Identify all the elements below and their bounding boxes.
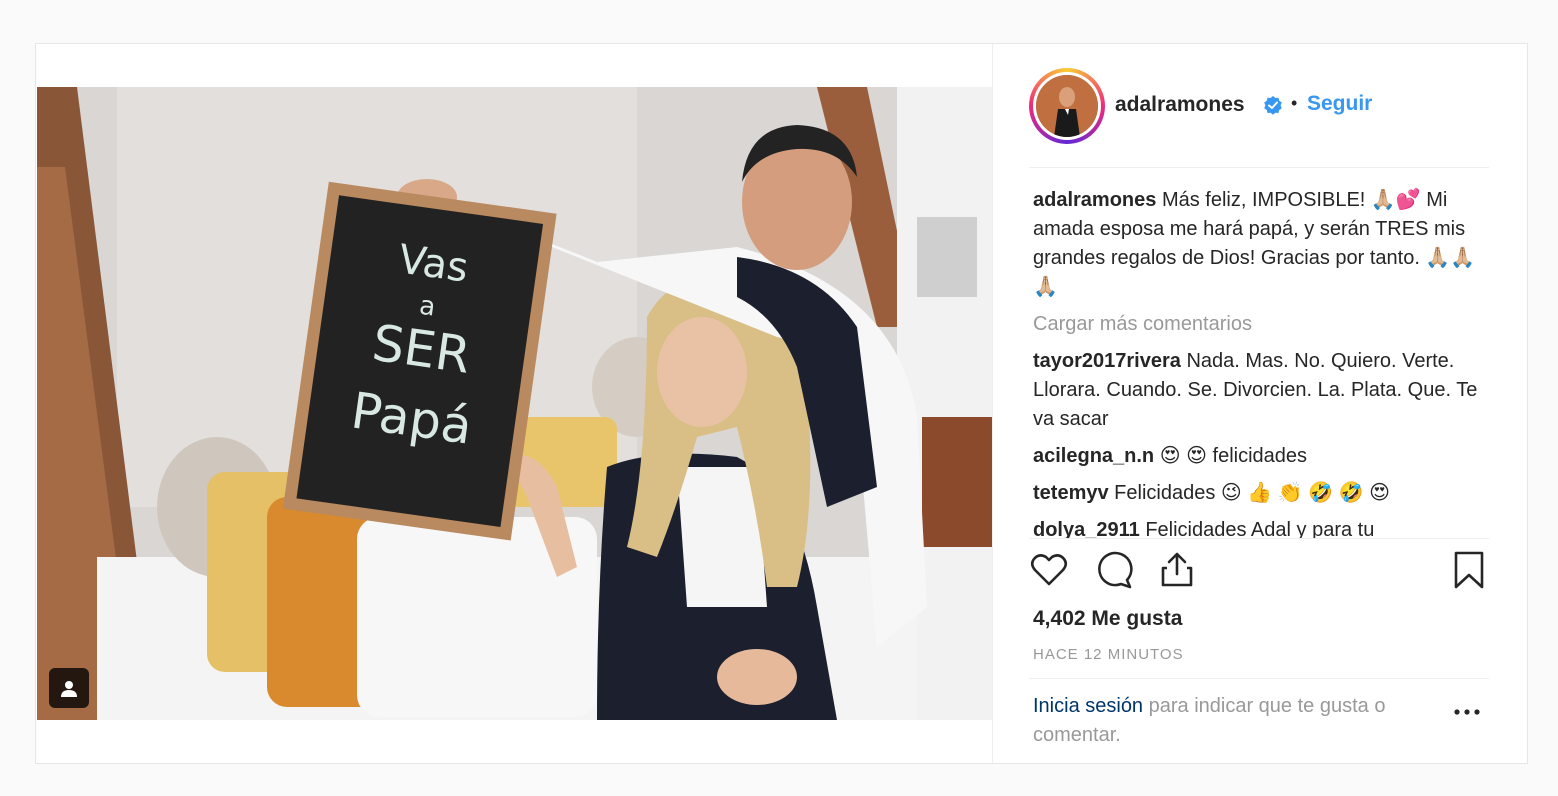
divider xyxy=(1029,167,1489,168)
post-photo[interactable]: Vas a SER Papá xyxy=(37,87,992,720)
comment-username[interactable]: acilegna_n.n xyxy=(1033,445,1154,467)
comment-text: 😍 😍 felicidades xyxy=(1159,445,1308,467)
share-icon[interactable] xyxy=(1157,550,1197,595)
avatar[interactable] xyxy=(1029,68,1105,144)
bookmark-icon[interactable] xyxy=(1449,550,1489,595)
header-separator: • xyxy=(1291,93,1298,113)
follow-button[interactable]: Seguir xyxy=(1307,92,1372,116)
verified-badge-icon xyxy=(1263,95,1283,120)
post-header: adalramones • Seguir xyxy=(1029,68,1489,144)
load-more-comments-button[interactable]: Cargar más comentarios xyxy=(1033,310,1493,339)
instagram-post: Vas a SER Papá adalramones • Seguir adal… xyxy=(35,43,1528,764)
post-sidebar: adalramones • Seguir adalramones Más fel… xyxy=(992,44,1527,763)
comment-text: Felicidades Adal y para tu xyxy=(1145,519,1375,538)
caption-username[interactable]: adalramones xyxy=(1033,189,1156,211)
post-caption: adalramones Más feliz, IMPOSIBLE! 🙏🏼💕 Mi… xyxy=(1033,186,1493,302)
comments-list[interactable]: adalramones Más feliz, IMPOSIBLE! 🙏🏼💕 Mi… xyxy=(1033,186,1493,538)
comment-username[interactable]: dolya_2911 xyxy=(1033,519,1140,538)
divider xyxy=(1029,538,1489,539)
login-prompt: Inicia sesión para indicar que te gusta … xyxy=(1033,692,1453,750)
comment-bubble-icon[interactable] xyxy=(1093,550,1133,595)
chalkboard-line-1: Vas xyxy=(396,236,471,291)
comment-item: acilegna_n.n 😍 😍 felicidades xyxy=(1033,442,1493,471)
action-bar xyxy=(1029,550,1489,598)
comment-text: Felicidades 😉 👍 👏 🤣 🤣 😍 xyxy=(1114,482,1390,504)
comment-username[interactable]: tetemyv xyxy=(1033,482,1109,504)
likes-count[interactable]: 4,402 Me gusta xyxy=(1033,607,1182,631)
login-link[interactable]: Inicia sesión xyxy=(1033,695,1143,717)
comment-item: tetemyv Felicidades 😉 👍 👏 🤣 🤣 😍 xyxy=(1033,479,1493,508)
more-options-icon[interactable] xyxy=(1453,704,1481,722)
divider xyxy=(1029,678,1489,679)
comment-item: dolya_2911 Felicidades Adal y para tu xyxy=(1033,516,1493,538)
comment-username[interactable]: tayor2017rivera xyxy=(1033,350,1181,372)
heart-icon[interactable] xyxy=(1029,550,1069,595)
photo-illustration: Vas a SER Papá xyxy=(37,87,992,720)
header-username[interactable]: adalramones xyxy=(1115,93,1245,117)
tagged-user-icon[interactable] xyxy=(49,668,89,708)
comment-item: tayor2017rivera Nada. Mas. No. Quiero. V… xyxy=(1033,347,1493,434)
post-timestamp[interactable]: HACE 12 MINUTOS xyxy=(1033,646,1184,663)
